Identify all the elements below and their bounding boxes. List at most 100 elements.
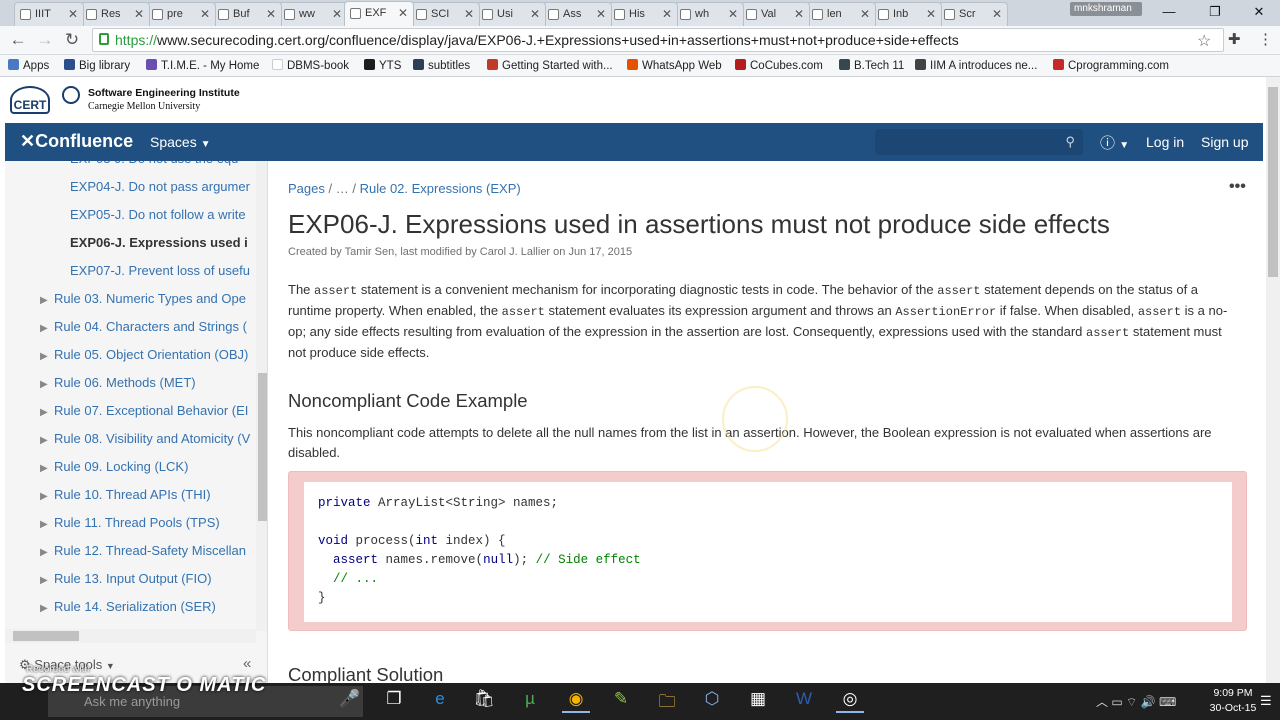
close-tab-icon[interactable]: ✕ — [860, 7, 870, 21]
bookmark-item[interactable]: DBMS-book — [272, 59, 349, 72]
sidebar-item[interactable]: ▶ Rule 03. Numeric Types and Ope — [40, 291, 253, 306]
browser-tab[interactable]: His ✕ — [608, 2, 678, 26]
task-view-icon[interactable]: ❐ — [380, 689, 408, 713]
close-tab-icon[interactable]: ✕ — [596, 7, 606, 21]
bookmark-item[interactable]: T.I.M.E. - My Home — [146, 59, 259, 72]
chevron-right-icon[interactable]: ▶ — [40, 575, 54, 586]
browser-tab[interactable]: ww ✕ — [278, 2, 348, 26]
signup-link[interactable]: Sign up — [1201, 134, 1248, 150]
profile-badge[interactable]: mnkshraman — [1070, 2, 1142, 16]
sidebar-item[interactable]: ▶ Rule 13. Input Output (FIO) — [40, 571, 253, 586]
bookmark-item[interactable]: WhatsApp Web — [627, 59, 722, 72]
browser-tab[interactable]: len ✕ — [806, 2, 876, 26]
close-tab-icon[interactable]: ✕ — [794, 7, 804, 21]
breadcrumb-pages[interactable]: Pages — [288, 181, 325, 196]
notifications-icon[interactable]: ☰ — [1260, 693, 1272, 709]
cert-logo[interactable]: CERT — [10, 86, 50, 114]
bookmark-item[interactable]: B.Tech 11 — [839, 59, 904, 72]
bookmark-item[interactable]: IIM A introduces ne... — [915, 59, 1037, 72]
browser-tab[interactable]: Scr ✕ — [938, 2, 1008, 26]
sidebar-item[interactable]: ▶ Rule 09. Locking (LCK) — [40, 459, 253, 474]
browser-tab[interactable]: IIIT ✕ — [14, 2, 84, 26]
sidebar-item[interactable]: ▶ Rule 04. Characters and Strings ( — [40, 319, 253, 334]
close-tab-icon[interactable]: ✕ — [926, 7, 936, 21]
sidebar-vertical-scrollbar[interactable] — [256, 161, 267, 631]
chevron-right-icon[interactable]: ▶ — [40, 519, 54, 530]
sei-name[interactable]: Software Engineering Institute Carnegie … — [88, 87, 240, 113]
word-icon[interactable]: W — [790, 689, 818, 713]
chrome-icon[interactable]: ◉ — [562, 689, 590, 713]
maximize-icon[interactable]: ❐ — [1200, 4, 1230, 20]
back-icon[interactable]: ← — [8, 30, 28, 50]
browser-tab[interactable]: Inb ✕ — [872, 2, 942, 26]
chevron-right-icon[interactable]: ▶ — [40, 491, 54, 502]
virtualbox-icon[interactable]: ⬡ — [698, 689, 726, 713]
chevron-right-icon[interactable]: ▶ — [40, 295, 54, 306]
bookmark-item[interactable]: Big library — [64, 59, 130, 72]
sidebar-item[interactable]: ▶ Rule 11. Thread Pools (TPS) — [40, 515, 253, 530]
screencast-icon[interactable]: ◎ — [836, 689, 864, 713]
extension-icon[interactable]: ✚ — [1228, 30, 1241, 48]
browser-tab[interactable]: Buf ✕ — [212, 2, 282, 26]
bookmark-item[interactable]: YTS — [364, 59, 401, 72]
browser-tab[interactable]: Val ✕ — [740, 2, 810, 26]
browser-tab[interactable]: wh ✕ — [674, 2, 744, 26]
close-tab-icon[interactable]: ✕ — [662, 7, 672, 21]
clock[interactable]: 9:09 PM 30-Oct-15 — [1208, 686, 1258, 716]
browser-tab[interactable]: Usi ✕ — [476, 2, 546, 26]
chevron-right-icon[interactable]: ▶ — [40, 323, 54, 334]
sidebar-item[interactable]: EXP06-J. Expressions used i — [70, 235, 253, 250]
sidebar-item[interactable]: ▶ Rule 08. Visibility and Atomicity (V — [40, 431, 253, 446]
chevron-right-icon[interactable]: ▶ — [40, 435, 54, 446]
browser-tab[interactable]: Res ✕ — [80, 2, 150, 26]
modifier-link[interactable]: Carol J. Lallier — [480, 246, 550, 258]
file-explorer-icon[interactable]: 🗀 — [653, 689, 681, 713]
sidebar-item[interactable]: ▶ Rule 07. Exceptional Behavior (EI — [40, 403, 253, 418]
page-scrollbar[interactable] — [1266, 77, 1280, 683]
system-tray[interactable]: ︿ ▭ ⌔ 🔊 ⌨ — [1096, 693, 1176, 710]
calculator-icon[interactable]: ▦ — [744, 689, 772, 713]
sidebar-horizontal-scrollbar[interactable] — [5, 629, 256, 643]
store-icon[interactable]: 🛍 — [470, 689, 498, 713]
close-window-icon[interactable]: ✕ — [1244, 4, 1274, 20]
reload-icon[interactable]: ↻ — [62, 30, 82, 50]
browser-tab[interactable]: SCI ✕ — [410, 2, 480, 26]
chevron-right-icon[interactable]: ▶ — [40, 463, 54, 474]
spaces-menu[interactable]: Spaces ▼ — [150, 134, 211, 150]
close-tab-icon[interactable]: ✕ — [134, 7, 144, 21]
bookmark-item[interactable]: CoCubes.com — [735, 59, 823, 72]
confluence-logo[interactable]: ✕Confluence — [20, 131, 133, 152]
scrollbar-thumb[interactable] — [258, 373, 267, 521]
close-tab-icon[interactable]: ✕ — [992, 7, 1002, 21]
close-tab-icon[interactable]: ✕ — [464, 7, 474, 21]
browser-tab[interactable]: pre ✕ — [146, 2, 216, 26]
scrollbar-thumb[interactable] — [1268, 87, 1278, 277]
browser-tab[interactable]: EXF ✕ — [344, 1, 414, 26]
sidebar-item[interactable]: ▶ Rule 14. Serialization (SER) — [40, 599, 253, 614]
sidebar-item[interactable]: EXP05-J. Do not follow a write — [70, 207, 253, 222]
sidebar-item[interactable]: ▶ Rule 05. Object Orientation (OBJ) — [40, 347, 253, 362]
minimize-icon[interactable]: — — [1154, 4, 1184, 19]
sidebar-item[interactable]: ▶ Rule 06. Methods (MET) — [40, 375, 253, 390]
edge-icon[interactable]: e — [426, 689, 454, 713]
address-bar[interactable]: https://www.securecoding.cert.org/conflu… — [92, 28, 1224, 52]
sidebar-item[interactable]: EXP03-J. Do not use the equ — [70, 161, 253, 166]
notepad-icon[interactable]: ✎ — [607, 689, 635, 713]
utorrent-icon[interactable]: µ — [516, 689, 544, 713]
search-input[interactable]: ⚲ — [875, 129, 1083, 155]
sidebar-item[interactable]: EXP07-J. Prevent loss of usefu — [70, 263, 253, 278]
close-tab-icon[interactable]: ✕ — [728, 7, 738, 21]
sidebar-item[interactable]: EXP04-J. Do not pass argumer — [70, 179, 253, 194]
sidebar-item[interactable]: ▶ Rule 10. Thread APIs (THI) — [40, 487, 253, 502]
help-menu[interactable]: ⓘ ▼ — [1100, 132, 1129, 153]
menu-icon[interactable]: ⋮ — [1258, 30, 1273, 48]
chevron-right-icon[interactable]: ▶ — [40, 351, 54, 362]
close-tab-icon[interactable]: ✕ — [332, 7, 342, 21]
chevron-right-icon[interactable]: ▶ — [40, 603, 54, 614]
microphone-icon[interactable]: 🎤 — [336, 689, 364, 713]
sidebar-item[interactable]: ▶ Rule 12. Thread-Safety Miscellan — [40, 543, 253, 558]
bookmark-item[interactable]: Cprogramming.com — [1053, 59, 1169, 72]
close-tab-icon[interactable]: ✕ — [200, 7, 210, 21]
bookmark-item[interactable]: Getting Started with... — [487, 59, 613, 72]
forward-icon[interactable]: → — [35, 30, 55, 50]
